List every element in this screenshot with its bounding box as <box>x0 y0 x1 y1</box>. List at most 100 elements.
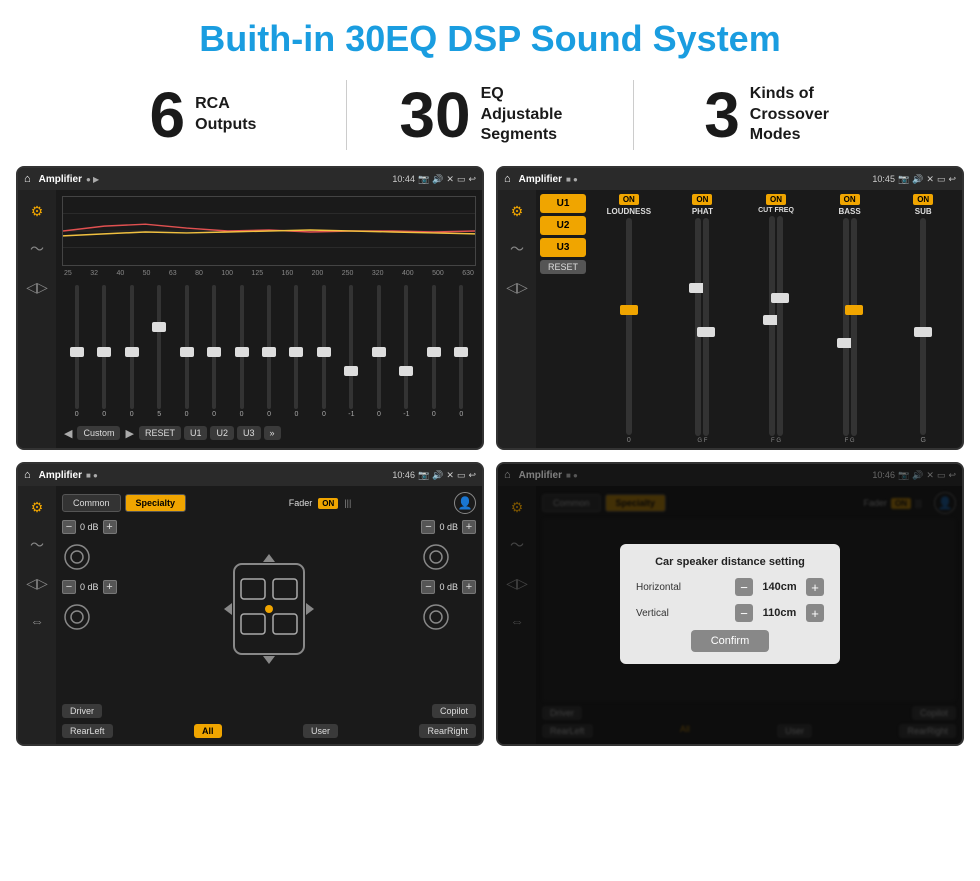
slider-track-9[interactable] <box>294 285 298 409</box>
user-button-3[interactable]: User <box>303 724 338 738</box>
stats-row: 6 RCAOutputs 30 EQ AdjustableSegments 3 … <box>0 70 980 166</box>
reset-button-2[interactable]: RESET <box>540 260 586 274</box>
db-row-left-1: − 0 dB + <box>62 520 117 534</box>
slider-track-2[interactable] <box>102 285 106 409</box>
db-minus-left-2[interactable]: − <box>62 580 76 594</box>
rearright-button-3[interactable]: RearRight <box>419 724 476 738</box>
slider-col-15: 0 <box>449 285 474 418</box>
speaker-layout-area: − 0 dB + − 0 dB <box>62 520 476 698</box>
slider-track-11[interactable] <box>349 285 353 409</box>
horizontal-plus[interactable]: + <box>806 578 824 596</box>
db-plus-left-1[interactable]: + <box>103 520 117 534</box>
tab-specialty-3[interactable]: Specialty <box>125 494 187 512</box>
tab-common-3[interactable]: Common <box>62 494 121 512</box>
slider-col-3: 0 <box>119 285 144 418</box>
page-title: Buith-in 30EQ DSP Sound System <box>0 0 980 70</box>
home-icon-1[interactable]: ⌂ <box>24 173 31 185</box>
u1-select[interactable]: U1 <box>540 194 586 213</box>
u1-button-1[interactable]: U1 <box>184 426 208 440</box>
db-minus-right-1[interactable]: − <box>421 520 435 534</box>
u2-select[interactable]: U2 <box>540 216 586 235</box>
slider-loudness[interactable] <box>626 218 632 435</box>
next-preset-button[interactable]: ▶ <box>123 427 135 440</box>
eq-bottom-bar: ◀ Custom ▶ RESET U1 U2 U3 » <box>62 422 476 442</box>
vol-icon-2[interactable]: ◁▷ <box>504 274 530 300</box>
db-plus-right-1[interactable]: + <box>462 520 476 534</box>
vol-icon-1[interactable]: ◁▷ <box>24 274 50 300</box>
back-icon-2[interactable]: ↩ <box>948 174 956 185</box>
slider-track-1[interactable] <box>75 285 79 409</box>
horizontal-minus[interactable]: − <box>735 578 753 596</box>
eq-icon-2[interactable]: ⚙ <box>504 198 530 224</box>
back-icon-1[interactable]: ↩ <box>468 174 476 185</box>
wave-icon-3[interactable]: 〜 <box>24 532 50 558</box>
slider-val-8: 0 <box>267 411 271 418</box>
stat-rca-number: 6 <box>150 83 186 147</box>
vol-icon-3[interactable]: ◁▷ <box>24 570 50 596</box>
vertical-minus[interactable]: − <box>735 604 753 622</box>
home-icon-2[interactable]: ⌂ <box>504 173 511 185</box>
confirm-button[interactable]: Confirm <box>691 630 770 652</box>
slider-phat-f[interactable] <box>703 218 709 436</box>
u3-button-1[interactable]: U3 <box>237 426 261 440</box>
stat-rca-text: RCAOutputs <box>195 94 256 136</box>
settings-icon-3[interactable]: 👤 <box>454 492 476 514</box>
slider-col-14: 0 <box>421 285 446 418</box>
vertical-controls: − 110cm + <box>735 604 824 622</box>
dots-2: ■ ● <box>566 175 578 184</box>
all-button-3[interactable]: All <box>194 724 222 738</box>
slider-track-6[interactable] <box>212 285 216 409</box>
slider-track-3[interactable] <box>130 285 134 409</box>
horizontal-label: Horizontal <box>636 582 681 593</box>
db-plus-left-2[interactable]: + <box>103 580 117 594</box>
slider-track-12[interactable] <box>377 285 381 409</box>
fader-bars: ||| <box>344 498 351 508</box>
eq-main: 2532405063 80100125160200 25032040050063… <box>56 190 482 448</box>
slider-cutfreq-f[interactable] <box>769 216 775 436</box>
rearleft-button-3[interactable]: RearLeft <box>62 724 113 738</box>
copilot-button-3[interactable]: Copilot <box>432 704 476 718</box>
db-plus-right-2[interactable]: + <box>462 580 476 594</box>
channels-row: ON LOUDNESS 0 ON PHAT <box>594 194 958 444</box>
time-2: 10:45 <box>872 174 895 184</box>
home-icon-3[interactable]: ⌂ <box>24 469 31 481</box>
slider-bass-f[interactable] <box>843 218 849 436</box>
db-minus-right-2[interactable]: − <box>421 580 435 594</box>
wave-icon-1[interactable]: 〜 <box>24 236 50 262</box>
camera-icon-1: 📷 <box>418 174 429 185</box>
u3-select[interactable]: U3 <box>540 238 586 257</box>
more-button-1[interactable]: » <box>264 426 281 440</box>
spec-main: Common Specialty Fader ON ||| 👤 <box>56 486 482 744</box>
slider-val-2: 0 <box>102 411 106 418</box>
slider-track-13[interactable] <box>404 285 408 409</box>
prev-preset-button[interactable]: ◀ <box>62 427 74 440</box>
volume-icon-1: 🔊 <box>432 174 443 185</box>
slider-track-4[interactable] <box>157 285 161 409</box>
fader-row: Fader ON ||| <box>289 498 352 509</box>
slider-track-15[interactable] <box>459 285 463 409</box>
slider-track-5[interactable] <box>185 285 189 409</box>
slider-track-7[interactable] <box>240 285 244 409</box>
slider-track-10[interactable] <box>322 285 326 409</box>
fader-on-badge: ON <box>318 498 338 509</box>
driver-button-3[interactable]: Driver <box>62 704 102 718</box>
slider-track-8[interactable] <box>267 285 271 409</box>
vertical-plus[interactable]: + <box>806 604 824 622</box>
slider-cutfreq-g[interactable] <box>777 216 783 436</box>
eq-icon-3[interactable]: ⚙ <box>24 494 50 520</box>
arrows-icon-3[interactable]: ⇔ <box>24 608 50 634</box>
back-icon-3[interactable]: ↩ <box>468 470 476 481</box>
wave-icon-2[interactable]: 〜 <box>504 236 530 262</box>
eq-icon-1[interactable]: ⚙ <box>24 198 50 224</box>
dots-3: ■ ● <box>86 471 98 480</box>
slider-bass-g[interactable] <box>851 218 857 436</box>
slider-col-9: 0 <box>284 285 309 418</box>
u2-button-1[interactable]: U2 <box>210 426 234 440</box>
db-minus-left-1[interactable]: − <box>62 520 76 534</box>
slider-val-11: -1 <box>348 411 354 418</box>
battery-icon-3: ▭ <box>457 470 466 481</box>
custom-preset-button[interactable]: Custom <box>77 426 120 440</box>
slider-track-14[interactable] <box>432 285 436 409</box>
slider-sub[interactable] <box>920 218 926 435</box>
reset-button-1[interactable]: RESET <box>139 426 181 440</box>
